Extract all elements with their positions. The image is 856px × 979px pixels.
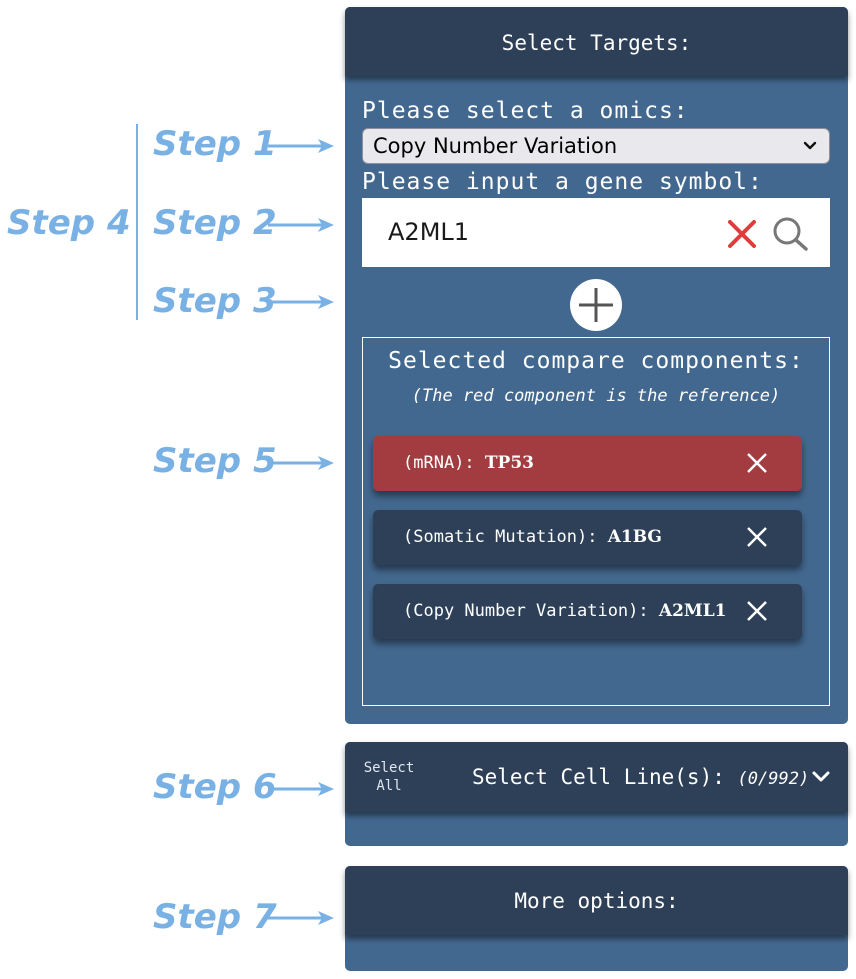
remove-component-icon[interactable] — [745, 525, 769, 549]
step3-label: Step 3 — [153, 281, 277, 321]
remove-component-icon[interactable] — [745, 451, 769, 475]
chevron-down-icon[interactable] — [812, 771, 830, 784]
step4-bracket-line — [136, 124, 138, 320]
step2-arrow-icon — [268, 218, 334, 232]
remove-component-icon[interactable] — [745, 599, 769, 623]
step1-arrow-icon — [268, 139, 334, 153]
component-label: (mRNA): TP53 — [403, 453, 534, 473]
select-all-button[interactable]: Select All — [361, 759, 417, 795]
gene-input-value: A2ML1 — [388, 218, 470, 246]
cell-lines-header[interactable]: Select All Select Cell Line(s): (0/992) — [345, 742, 848, 812]
add-component-button[interactable] — [570, 279, 622, 331]
clear-icon[interactable] — [726, 218, 758, 250]
cell-lines-title: Select Cell Line(s): (0/992) — [472, 765, 810, 789]
compare-components-box: Selected compare components: (The red co… — [362, 337, 830, 706]
compare-component-item[interactable]: (Copy Number Variation): A2ML1 — [373, 584, 802, 639]
step6-label: Step 6 — [153, 767, 277, 807]
component-label: (Copy Number Variation): A2ML1 — [403, 601, 727, 621]
step7-label: Step 7 — [153, 897, 277, 937]
gene-label: Please input a gene symbol: — [362, 169, 763, 195]
omics-selected-value: Copy Number Variation — [373, 134, 618, 158]
select-targets-header: Select Targets: — [345, 7, 848, 76]
select-targets-panel: Select Targets: Please select a omics: C… — [345, 7, 848, 724]
compare-component-reference[interactable]: (mRNA): TP53 — [373, 436, 802, 491]
step3-arrow-icon — [268, 295, 334, 309]
search-icon[interactable] — [772, 216, 810, 252]
step6-arrow-icon — [268, 782, 334, 796]
omics-label: Please select a omics: — [362, 98, 689, 124]
omics-select[interactable]: Copy Number Variation — [362, 128, 830, 164]
step5-arrow-icon — [268, 456, 334, 470]
compare-component-item[interactable]: (Somatic Mutation): A1BG — [373, 510, 802, 565]
cell-lines-panel: Select All Select Cell Line(s): (0/992) — [345, 742, 848, 846]
step5-label: Step 5 — [153, 441, 277, 481]
step4-label: Step 4 — [7, 203, 131, 243]
step1-label: Step 1 — [153, 124, 277, 164]
step7-arrow-icon — [268, 911, 334, 925]
more-options-header[interactable]: More options: — [345, 866, 848, 935]
compare-title: Selected compare components: — [388, 348, 804, 374]
plus-icon — [579, 288, 613, 322]
more-options-panel: More options: — [345, 866, 848, 971]
compare-subtitle: (The red component is the reference) — [411, 386, 781, 406]
gene-search-field[interactable]: A2ML1 — [362, 198, 830, 267]
cell-lines-count: (0/992) — [737, 769, 810, 789]
chevron-down-icon — [803, 141, 817, 150]
step2-label: Step 2 — [153, 203, 277, 243]
component-label: (Somatic Mutation): A1BG — [403, 527, 662, 547]
